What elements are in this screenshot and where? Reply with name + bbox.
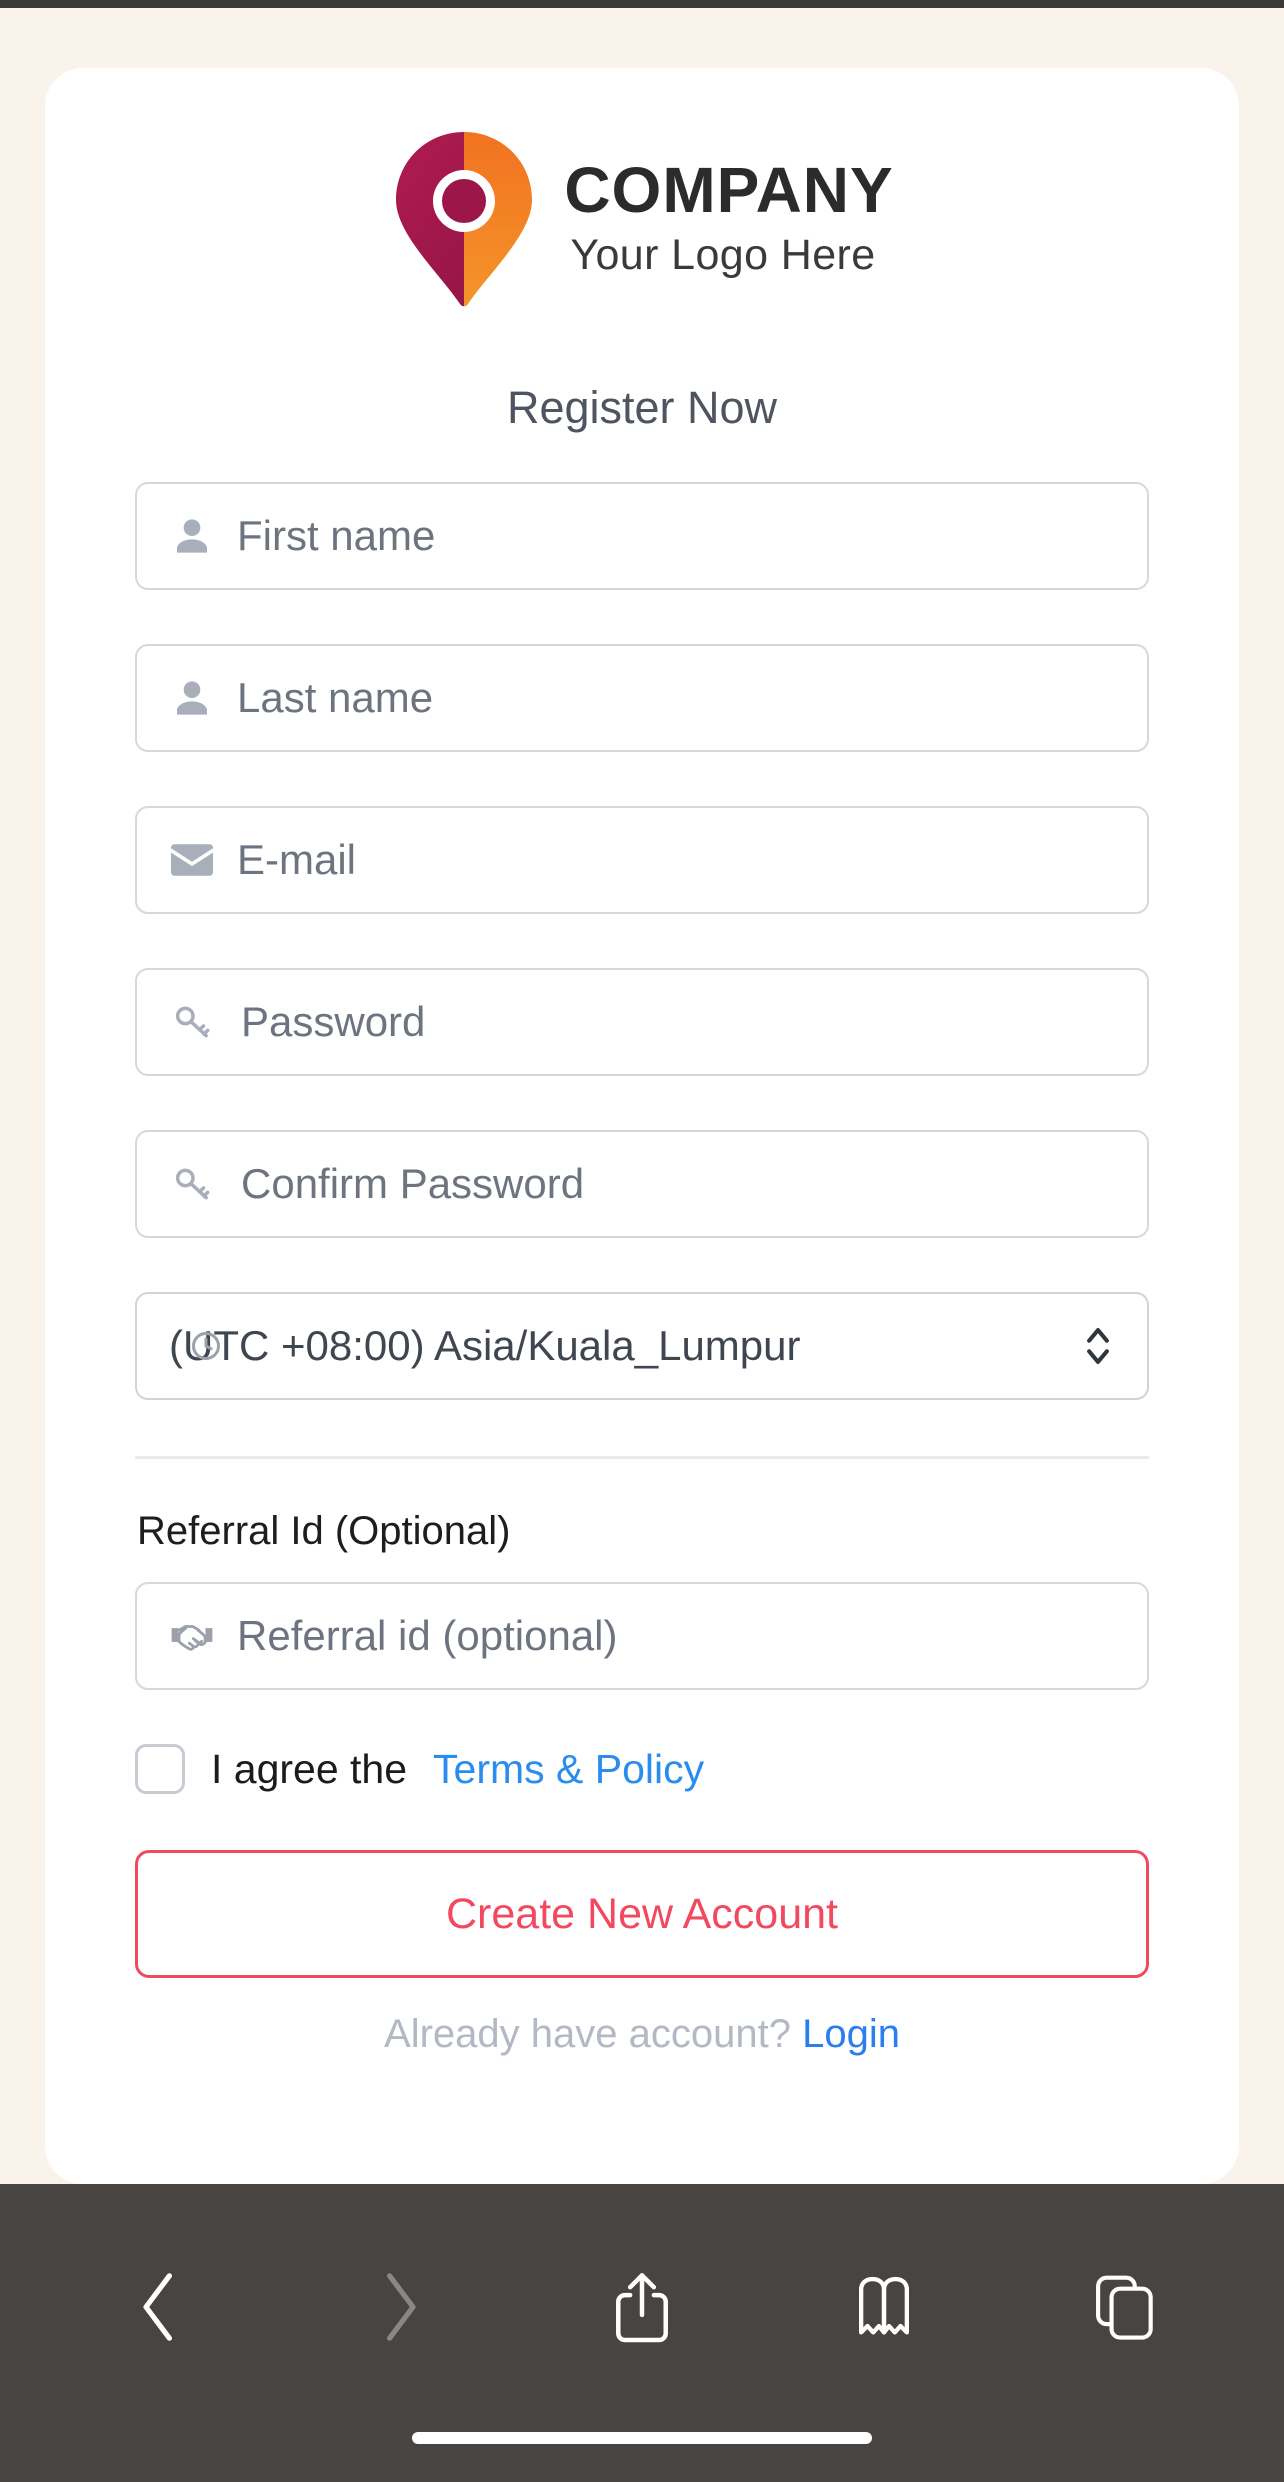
- create-account-button[interactable]: Create New Account: [135, 1850, 1149, 1978]
- confirm-password-field[interactable]: Confirm Password: [135, 1130, 1149, 1238]
- referral-label: Referral Id (Optional): [137, 1509, 511, 1553]
- last-name-field[interactable]: Last name: [135, 644, 1149, 752]
- password-placeholder: Password: [241, 998, 426, 1045]
- section-divider: [135, 1456, 1149, 1459]
- share-button[interactable]: [582, 2252, 702, 2362]
- back-button[interactable]: [99, 2252, 219, 2362]
- home-indicator: [412, 2432, 872, 2444]
- envelope-icon: [169, 837, 215, 883]
- create-account-label: Create New Account: [446, 1889, 838, 1938]
- back-icon: [143, 2273, 172, 2341]
- terms-checkbox[interactable]: [135, 1744, 185, 1794]
- person-icon: [169, 675, 215, 721]
- confirm-password-placeholder: Confirm Password: [241, 1160, 585, 1207]
- terms-agreement-row[interactable]: I agree the Terms & Policy: [135, 1744, 1149, 1794]
- timezone-value: (UTC +08:00) Asia/Kuala_Lumpur: [169, 1322, 801, 1369]
- mobile-screen: COMPANY Your Logo Here Register Now Firs…: [0, 0, 1284, 2482]
- page-title: Register Now: [506, 382, 778, 433]
- person-icon: [169, 513, 215, 559]
- forward-icon: [387, 2273, 416, 2341]
- status-bar-strip: [0, 0, 1284, 8]
- login-prompt-row: Already have account? Login: [135, 2012, 1149, 2057]
- first-name-placeholder: First name: [237, 512, 436, 559]
- referral-id-placeholder: Referral id (optional): [237, 1612, 618, 1659]
- brand-logo: COMPANY Your Logo Here: [45, 130, 1239, 308]
- tabs-icon: [1096, 2275, 1153, 2340]
- share-icon: [616, 2273, 668, 2343]
- logo-tagline: Your Logo Here: [570, 231, 876, 280]
- logo-company-name: COMPANY: [564, 153, 894, 226]
- terms-policy-link[interactable]: Terms & Policy: [433, 1746, 704, 1793]
- handshake-icon: [169, 1613, 215, 1659]
- terms-text: I agree the: [211, 1745, 408, 1792]
- map-pin-logo-icon: [396, 132, 533, 307]
- chevron-up-down-icon[interactable]: [1081, 1323, 1115, 1369]
- password-field[interactable]: Password: [135, 968, 1149, 1076]
- forward-button[interactable]: [340, 2252, 460, 2362]
- referral-id-field[interactable]: Referral id (optional): [135, 1582, 1149, 1690]
- tabs-button[interactable]: [1065, 2252, 1185, 2362]
- clock-icon: [192, 1332, 220, 1360]
- bookmarks-icon: [858, 2276, 909, 2335]
- registration-form: First name Last name E-mail Password Con…: [135, 482, 1149, 2057]
- timezone-select[interactable]: (UTC +08:00) Asia/Kuala_Lumpur: [135, 1292, 1149, 1400]
- login-prompt-text: Already have account?: [384, 2012, 791, 2056]
- key-icon: [169, 999, 215, 1045]
- email-placeholder: E-mail: [237, 836, 357, 883]
- login-link[interactable]: Login: [802, 2012, 900, 2056]
- bookmarks-button[interactable]: [824, 2252, 944, 2362]
- last-name-placeholder: Last name: [237, 674, 434, 721]
- email-field[interactable]: E-mail: [135, 806, 1149, 914]
- registration-card: COMPANY Your Logo Here Register Now Firs…: [45, 68, 1239, 2184]
- browser-toolbar: [0, 2184, 1284, 2482]
- first-name-field[interactable]: First name: [135, 482, 1149, 590]
- key-icon: [169, 1161, 215, 1207]
